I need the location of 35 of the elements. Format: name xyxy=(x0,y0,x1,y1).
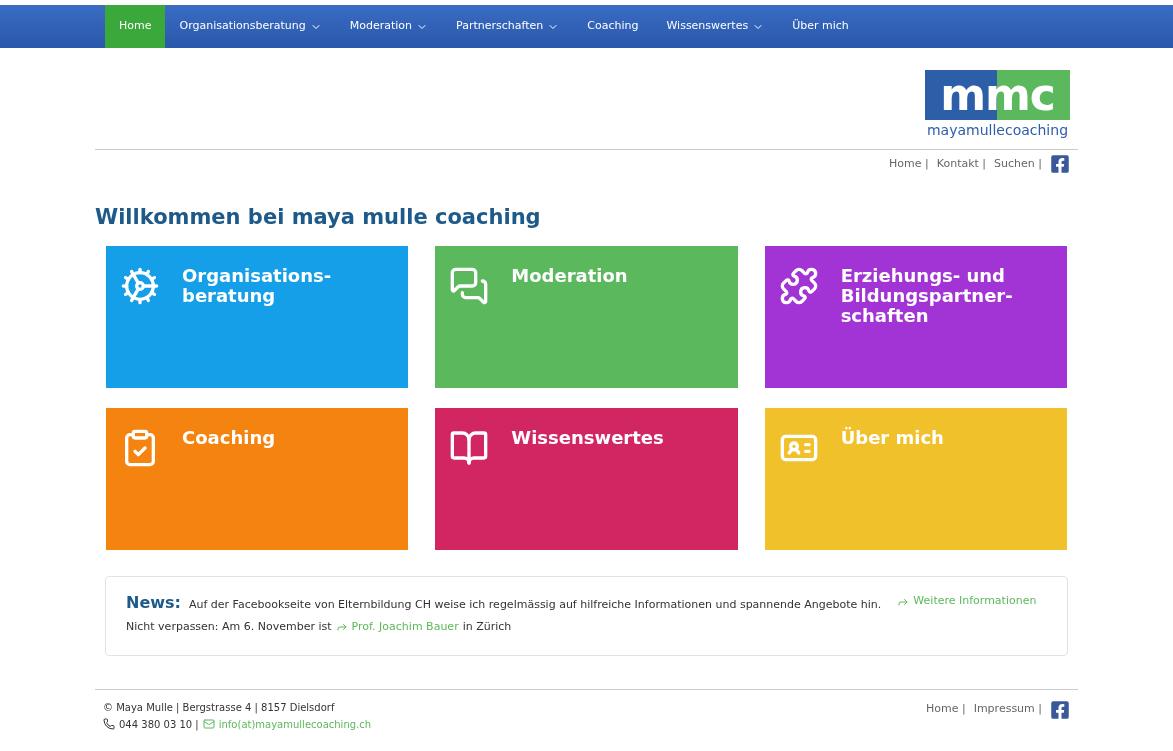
nav-item[interactable]: Über mich xyxy=(778,5,863,48)
tile-title: Über mich xyxy=(840,427,944,448)
news-text: Auf der Facebookseite von Elternbildung CH weise ich regelmässig auf hilfreiche Informationen und spannende Angebote hin. xyxy=(188,596,882,613)
tile-title: Organisations- beratung xyxy=(182,265,332,306)
nav-item[interactable]: Partnerschaften xyxy=(442,5,574,48)
header-link[interactable]: Home | xyxy=(889,155,929,173)
header-link[interactable]: Suchen | xyxy=(994,155,1042,173)
tile-title: Coaching xyxy=(182,427,276,448)
footer-address: © Maya Mulle | Bergstrasse 4 | 8157 Dielsdorf xyxy=(103,700,336,715)
tile-title: Erziehungs- und Bildungspartner- schaften xyxy=(840,265,1013,326)
facebook-icon[interactable] xyxy=(1050,699,1070,720)
header-link[interactable]: Kontakt | xyxy=(936,155,987,173)
nav-item[interactable]: Moderation xyxy=(335,5,443,48)
tile-title: Moderation xyxy=(511,265,628,286)
footer-link[interactable]: Home | xyxy=(925,701,966,718)
news-text: Nicht verpassen: Am 6. November ist xyxy=(126,618,332,635)
logo-mark: mmc xyxy=(925,70,1070,120)
nav-item[interactable]: Home xyxy=(105,5,166,48)
footer-link[interactable]: Impressum | xyxy=(973,701,1042,718)
nav-item[interactable]: Organisationsberatung xyxy=(165,5,336,48)
logo-wordmark: mayamullecoaching xyxy=(926,121,1068,140)
page-heading: Willkommen bei maya mulle coaching xyxy=(95,204,542,231)
category-tile[interactable]: Erziehungs- und Bildungspartner- schaften xyxy=(764,245,1067,388)
mail-icon xyxy=(202,718,215,730)
phone-icon xyxy=(103,718,115,730)
news-text: in Zürich xyxy=(462,618,512,635)
nav-item[interactable]: Wissenswertes xyxy=(652,5,779,48)
tile-title: Wissenswertes xyxy=(511,427,664,448)
news-label: News: xyxy=(126,591,181,614)
footer-phone: 044 380 03 10 | xyxy=(119,717,199,732)
nav-item[interactable]: Coaching xyxy=(573,5,653,48)
speech-bubbles-icon xyxy=(449,265,490,306)
facebook-icon[interactable] xyxy=(1050,154,1070,174)
puzzle-icon xyxy=(778,265,819,306)
category-tile[interactable]: Wissenswertes xyxy=(435,407,738,550)
